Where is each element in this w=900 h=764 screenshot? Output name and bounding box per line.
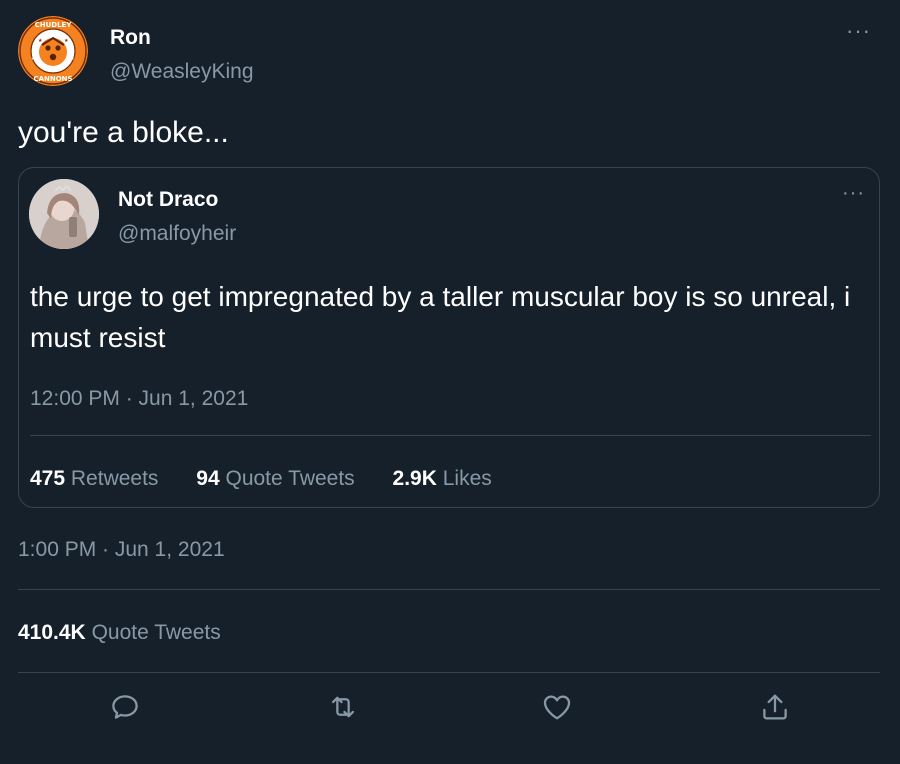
quote-tweets-label: Quote Tweets <box>91 621 221 644</box>
author-name[interactable]: Ron <box>110 26 151 50</box>
quoted-author-avatar[interactable] <box>29 179 99 249</box>
quoted-quote-tweets-label: Quote Tweets <box>225 467 355 490</box>
chudley-cannons-logo: ★ ★ ★ ★ CHUDLEY CANNONS <box>18 16 88 86</box>
quoted-quote-tweets-stat[interactable]: 94 Quote Tweets <box>196 467 354 491</box>
share-icon <box>763 694 787 720</box>
retweet-button[interactable] <box>326 690 360 724</box>
retweet-icon <box>331 696 355 718</box>
quoted-divider <box>30 435 871 436</box>
like-icon <box>543 695 571 720</box>
svg-text:★: ★ <box>38 38 43 44</box>
quoted-timestamp[interactable]: 12:00 PM · Jun 1, 2021 <box>30 387 248 411</box>
svg-text:★: ★ <box>31 56 36 62</box>
share-button[interactable] <box>758 690 792 724</box>
quoted-retweets-label: Retweets <box>70 467 159 490</box>
svg-text:★: ★ <box>70 56 75 62</box>
quoted-tweet-text: the urge to get impregnated by a taller … <box>30 281 851 353</box>
svg-text:★: ★ <box>64 38 69 44</box>
tweet-timestamp[interactable]: 1:00 PM · Jun 1, 2021 <box>18 538 225 562</box>
quoted-stats: 475 Retweets 94 Quote Tweets 2.9K Likes <box>30 467 524 491</box>
quoted-likes-stat[interactable]: 2.9K Likes <box>393 467 492 491</box>
author-avatar[interactable]: ★ ★ ★ ★ CHUDLEY CANNONS <box>18 16 88 86</box>
tweet-text: you're a bloke... <box>18 116 229 149</box>
svg-text:CHUDLEY: CHUDLEY <box>35 21 73 29</box>
quoted-tweet-card[interactable]: Not Draco @malfoyheir ··· the urge to ge… <box>18 167 880 508</box>
avatar-photo-icon <box>29 179 99 249</box>
quote-tweets-stat[interactable]: 410.4K Quote Tweets <box>18 621 221 645</box>
reply-icon <box>112 695 138 719</box>
reply-button[interactable] <box>108 690 142 724</box>
tweet: ★ ★ ★ ★ CHUDLEY CANNONS Ron @WeasleyKing… <box>0 0 900 764</box>
quoted-more-options-icon[interactable]: ··· <box>842 182 865 205</box>
divider <box>18 589 880 590</box>
quoted-likes-count: 2.9K <box>392 467 437 490</box>
quoted-author-handle[interactable]: @malfoyheir <box>118 222 236 246</box>
more-options-icon[interactable]: ··· <box>846 18 871 44</box>
divider <box>18 672 880 673</box>
quoted-quote-tweets-count: 94 <box>196 467 220 490</box>
quoted-retweets-count: 475 <box>30 467 66 490</box>
like-button[interactable] <box>540 690 574 724</box>
quoted-author-name[interactable]: Not Draco <box>118 188 218 212</box>
quote-tweets-count: 410.4K <box>18 621 86 644</box>
author-handle[interactable]: @WeasleyKing <box>110 60 254 84</box>
action-bar <box>0 690 900 730</box>
svg-text:CANNONS: CANNONS <box>33 75 72 83</box>
quoted-retweets-stat[interactable]: 475 Retweets <box>30 467 158 491</box>
quoted-likes-label: Likes <box>442 467 492 490</box>
